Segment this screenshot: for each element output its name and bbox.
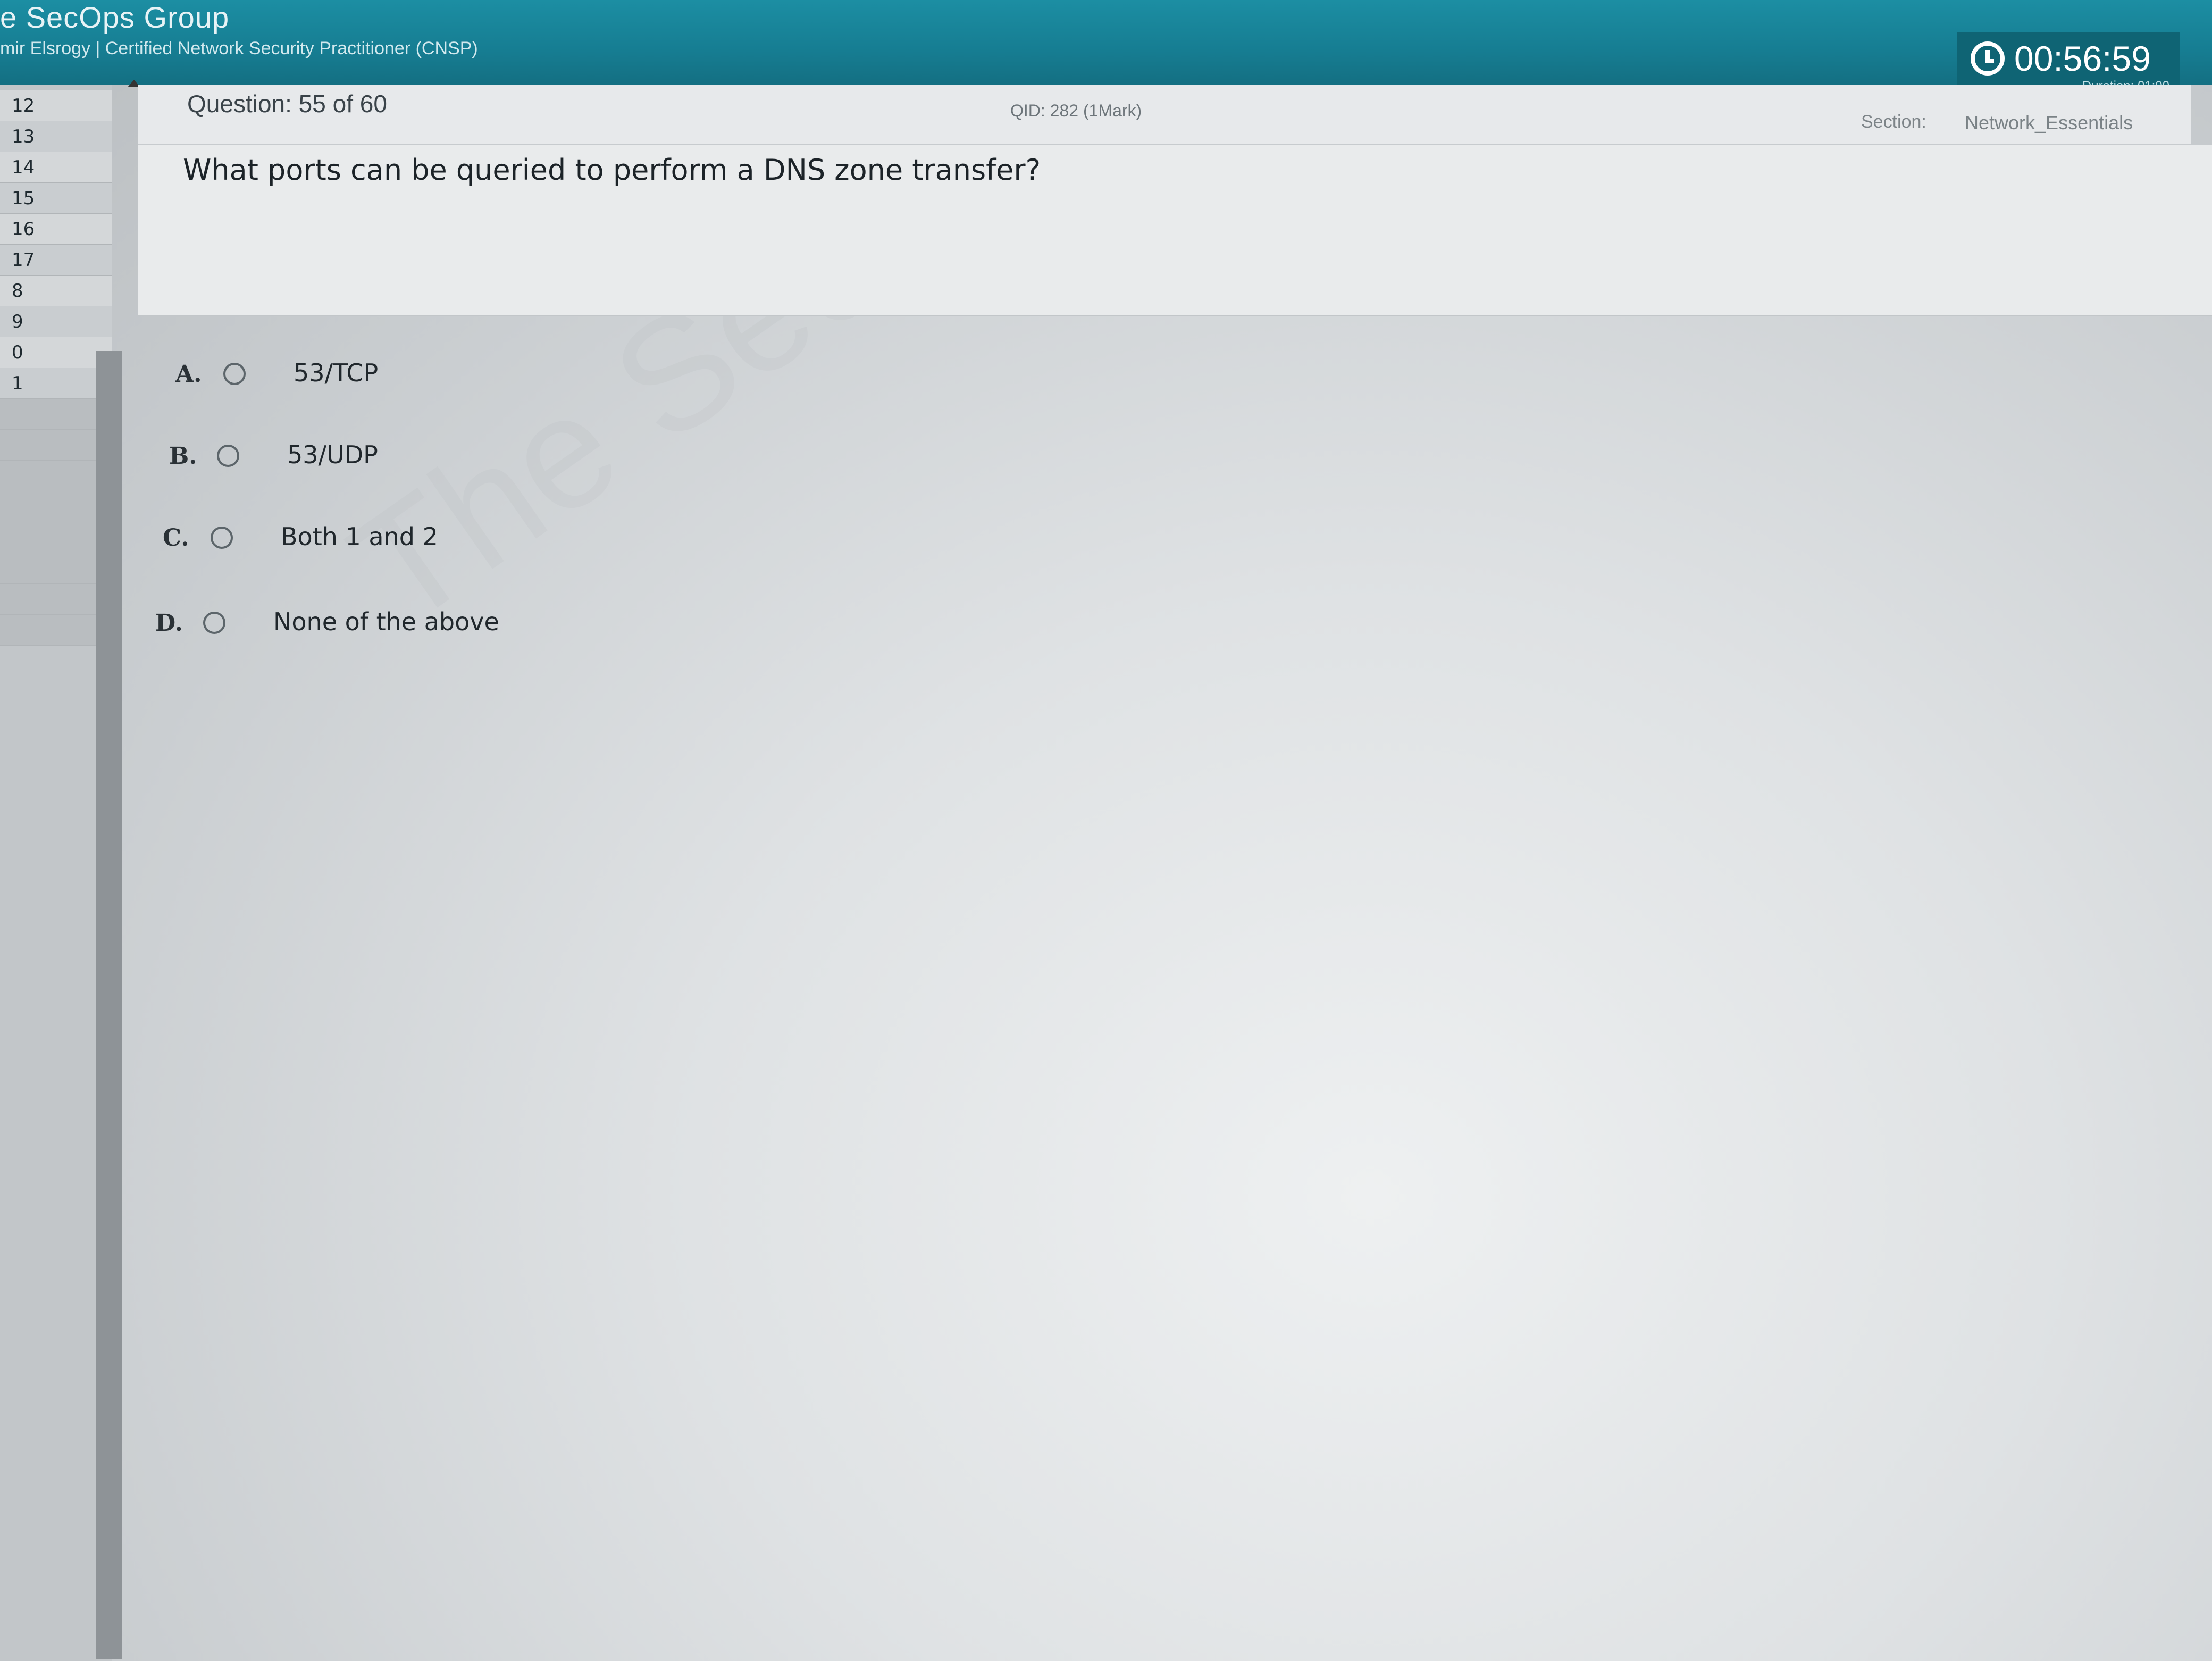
option-letter: C. xyxy=(163,524,189,552)
option-letter: A. xyxy=(175,361,202,388)
question-nav-item[interactable] xyxy=(0,615,112,646)
option-b[interactable]: B. 53/UDP xyxy=(169,437,541,480)
candidate-exam-subtitle: mir Elsrogy | Certified Network Security… xyxy=(0,38,478,59)
time-remaining: 00:56:59 xyxy=(2014,39,2151,78)
option-text: 53/TCP xyxy=(294,358,379,387)
question-navigator-list: 12 13 14 15 16 17 8 9 0 1 xyxy=(0,90,112,646)
question-nav-item[interactable] xyxy=(0,553,112,584)
navigator-scrollbar[interactable] xyxy=(96,351,122,1659)
question-info-bar: Question: 55 of 60 QID: 282 (1Mark) Sect… xyxy=(138,85,2191,145)
question-nav-item[interactable]: 9 xyxy=(0,306,112,337)
brand-title: e SecOps Group xyxy=(0,1,230,34)
option-text: Both 1 and 2 xyxy=(281,522,438,551)
question-nav-item[interactable] xyxy=(0,491,112,522)
clock-icon xyxy=(1971,41,2005,76)
question-nav-item[interactable]: 16 xyxy=(0,214,112,245)
exam-header: e SecOps Group mir Elsrogy | Certified N… xyxy=(0,0,2212,101)
option-letter: D. xyxy=(155,610,183,637)
option-text: None of the above xyxy=(273,607,499,636)
option-d[interactable]: D. None of the above xyxy=(155,604,687,647)
question-counter: Question: 55 of 60 xyxy=(187,90,387,118)
question-text: What ports can be queried to perform a D… xyxy=(183,153,1041,187)
option-text: 53/UDP xyxy=(287,440,378,469)
question-nav-item[interactable]: 15 xyxy=(0,183,112,214)
exam-page: The SecOps Group e SecOps Group mir Elsr… xyxy=(0,0,2212,1661)
section-label: Section: xyxy=(1861,112,1926,132)
question-id: QID: 282 (1Mark) xyxy=(1010,101,1142,120)
section-name: Network_Essentials xyxy=(1965,112,2133,133)
option-a[interactable]: A. 53/TCP xyxy=(175,355,548,398)
question-nav-item[interactable] xyxy=(0,522,112,553)
question-nav-item[interactable]: 12 xyxy=(0,90,112,121)
question-nav-item[interactable]: 14 xyxy=(0,152,112,183)
question-navigator: 12 13 14 15 16 17 8 9 0 1 xyxy=(0,85,122,1661)
option-d-radio[interactable] xyxy=(203,612,225,634)
question-nav-item[interactable]: 0 xyxy=(0,337,112,368)
question-panel: What ports can be queried to perform a D… xyxy=(138,145,2212,316)
option-letter: B. xyxy=(169,443,197,470)
option-c[interactable]: C. Both 1 and 2 xyxy=(163,519,588,562)
option-b-radio[interactable] xyxy=(217,445,239,467)
question-nav-item[interactable]: 13 xyxy=(0,121,112,152)
option-a-radio[interactable] xyxy=(223,363,246,385)
question-nav-item[interactable]: 17 xyxy=(0,245,112,276)
question-nav-item[interactable] xyxy=(0,461,112,491)
option-c-radio[interactable] xyxy=(211,527,233,549)
question-nav-item[interactable] xyxy=(0,584,112,615)
question-nav-item[interactable] xyxy=(0,399,112,430)
question-nav-item[interactable]: 1 xyxy=(0,368,112,399)
question-nav-item[interactable] xyxy=(0,430,112,461)
question-nav-item[interactable]: 8 xyxy=(0,276,112,306)
